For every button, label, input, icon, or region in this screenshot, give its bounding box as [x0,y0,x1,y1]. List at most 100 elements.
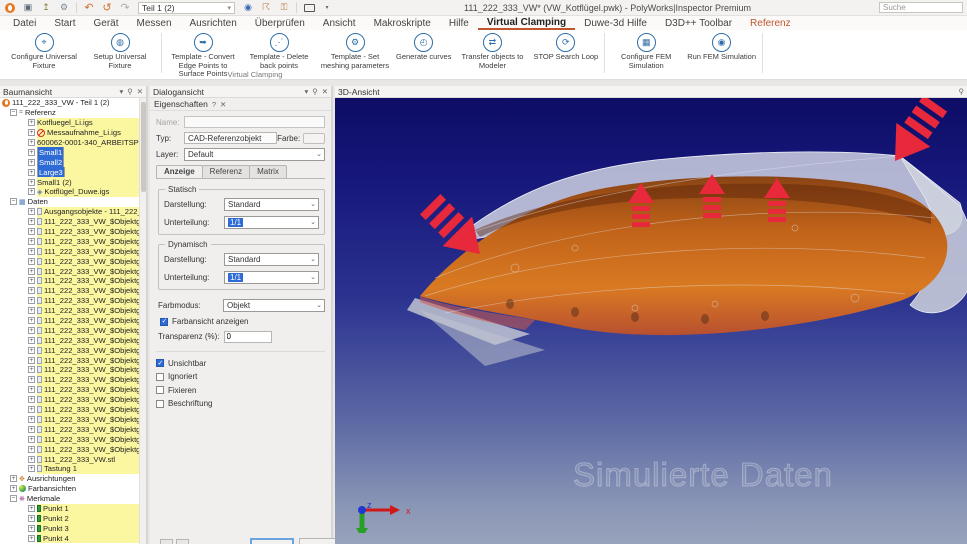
expand-icon[interactable]: + [10,485,17,492]
expand-icon[interactable]: + [28,248,35,255]
tree-row[interactable]: +111_222_333_VW_$Objektgruppe 159_9 [0,296,139,306]
pin-icon[interactable]: ⚲ [959,87,965,96]
expand-icon[interactable]: + [28,208,35,215]
transparenz-input[interactable] [224,331,272,343]
expand-icon[interactable]: + [28,317,35,324]
tree-row[interactable]: +111_222_333_VW_$Objektgruppe 149_9 [0,286,139,296]
unsichtbar-checkbox[interactable] [156,359,164,367]
dialog-prev-button[interactable] [160,539,173,544]
tree-row[interactable]: +111_222_333_VW_$Objektgruppe 199_9 [0,335,139,345]
save-icon[interactable]: ▣ [21,2,35,14]
tree-row[interactable]: +111_222_333_VW_$Objektgruppe 259_9 [0,395,139,405]
expand-icon[interactable]: + [28,416,35,423]
tree-row[interactable]: +✥Ausrichtungen [0,474,139,484]
tree-row[interactable]: +111_222_333_VW_$Objektgruppe 299_9 [0,444,139,454]
permissions-icon[interactable]: ⚿ [277,2,291,14]
menu-tab-duwe-3d-hilfe[interactable]: Duwe-3d Hilfe [575,16,656,30]
menu-tab-d3d-toolbar[interactable]: D3D++ Toolbar [656,16,741,30]
tree-row[interactable]: −❋Merkmale [0,494,139,504]
3d-viewport[interactable]: x y z Simulierte Daten [335,98,967,544]
tree-row[interactable]: 111_222_333_VW - Teil 1 (2) [0,98,139,108]
expand-icon[interactable]: + [10,475,17,482]
tree-row[interactable]: +Large3 [0,167,139,177]
collapse-icon[interactable]: − [10,198,17,205]
menu-tab-makroskripte[interactable]: Makroskripte [365,16,440,30]
close-icon[interactable]: ✕ [137,87,143,96]
tree-row[interactable]: +111_222_333_VW_$Objektgruppe 119_9 [0,434,139,444]
expand-icon[interactable]: + [28,515,35,522]
tree-row[interactable]: +111_222_333_VW_$Objektgruppe 89_9 [0,236,139,246]
statisch-unterteilung-select[interactable]: 1/1 ⌄ [224,216,319,229]
tree-row[interactable]: +Tastung 1 [0,464,139,474]
tree-row[interactable]: +Small2 [0,157,139,167]
expand-icon[interactable]: + [28,159,35,166]
tree-row[interactable]: +Small1 [0,147,139,157]
layer-select[interactable]: Default ⌄ [184,148,325,161]
menu-tab-ansicht[interactable]: Ansicht [314,16,365,30]
close-icon[interactable]: ✕ [322,87,328,96]
tree-row[interactable]: +111_222_333_VW_$Objektgruppe 129_9 [0,266,139,276]
tree-scrollbar-thumb[interactable] [141,102,146,192]
expand-icon[interactable]: + [28,119,35,126]
tree-row[interactable]: +111_222_333_VW_$Objektgruppe 169_9 [0,306,139,316]
beschriftung-checkbox[interactable] [156,400,164,408]
setup-universal-fixture-button[interactable]: ◍Setup Universal Fixture [82,32,158,71]
expand-icon[interactable]: + [28,446,35,453]
close-icon[interactable]: ✕ [220,100,226,109]
template-delete-back-points-button[interactable]: ⋰Template - Delete back points [241,32,317,71]
expand-icon[interactable]: + [28,525,35,532]
pin-icon[interactable]: ⚲ [127,87,133,96]
expand-icon[interactable]: + [28,465,35,472]
expand-icon[interactable]: + [28,307,35,314]
chevron-down-icon[interactable]: ▾ [119,87,123,96]
tree-row[interactable]: +111_222_333_VW_$Objektgruppe 139_9 [0,276,139,286]
menu-tab-virtual-clamping[interactable]: Virtual Clamping [478,16,575,30]
tree-row[interactable]: +111_222_333_VW_$Objektgruppe 179_9 [0,316,139,326]
part-selector-dropdown[interactable]: Teil 1 (2) ▾ [138,2,235,14]
chevron-down-icon[interactable]: ▾ [320,2,334,14]
tab-referenz[interactable]: Referenz [202,165,250,178]
help-icon[interactable]: ? [212,100,216,109]
tree-row[interactable]: +111_222_333_VW_$Objektgruppe 249_9 [0,385,139,395]
display-settings-icon[interactable] [302,2,316,14]
farbe-swatch[interactable] [303,133,325,144]
tree-row[interactable]: +Ausgangsobjekte - 111_222_333_VW.stl [0,207,139,217]
menu-tab-datei[interactable]: Datei [4,16,45,30]
menu-tab-start[interactable]: Start [45,16,84,30]
transfer-objects-to-modeler-button[interactable]: ⇄Transfer objects to Modeler [454,32,530,71]
collapse-icon[interactable]: − [10,109,17,116]
dynamisch-darstellung-select[interactable]: Standard ⌄ [224,253,319,266]
stop-search-loop-button[interactable]: ⟳STOP Search Loop [530,32,601,63]
tree-row[interactable]: −⌗Referenz [0,108,139,118]
tree-row[interactable]: +111_222_333_VW_$Objektgruppe 219_9 [0,355,139,365]
import-icon[interactable]: ↥ [39,2,53,14]
expand-icon[interactable]: + [28,228,35,235]
expand-icon[interactable]: + [28,258,35,265]
expand-icon[interactable]: + [28,357,35,364]
expand-icon[interactable]: + [28,366,35,373]
expand-icon[interactable]: + [28,149,35,156]
dialog-ok-button[interactable] [250,538,294,544]
tree-row[interactable]: +111_222_333_VW_$Objektgruppe 99_9 [0,246,139,256]
probe-hand-icon[interactable]: ☈ [259,2,273,14]
tree-row[interactable]: +111_222_333_VW_$Objektgruppe 209_9 [0,345,139,355]
tree-row[interactable]: +Farbansichten [0,484,139,494]
polyworks-logo-icon[interactable] [5,3,15,13]
expand-icon[interactable]: + [28,337,35,344]
tab-anzeige[interactable]: Anzeige [156,165,203,178]
expand-icon[interactable]: + [28,287,35,294]
tree-row[interactable]: +Small1 (2) [0,177,139,187]
tree-row[interactable]: +111_222_333_VW.stl [0,454,139,464]
expand-icon[interactable]: + [28,396,35,403]
tree-row[interactable]: +Punkt 4 [0,533,139,543]
expand-icon[interactable]: + [28,376,35,383]
tree-row[interactable]: +Punkt 2 [0,513,139,523]
expand-icon[interactable]: + [28,238,35,245]
expand-icon[interactable]: + [28,129,35,136]
tree-row[interactable]: +111_222_333_VW_$Objektgruppe 189_9 [0,325,139,335]
tree-row[interactable]: +111_222_333_VW_$Objektgruppe 69_9 [0,217,139,227]
tree-row[interactable]: +Kotfluegel_Li.igs [0,118,139,128]
expand-icon[interactable]: + [28,277,35,284]
tree-row[interactable]: +111_222_333_VW_$Objektgruppe 289_9 [0,424,139,434]
expand-icon[interactable]: + [28,218,35,225]
